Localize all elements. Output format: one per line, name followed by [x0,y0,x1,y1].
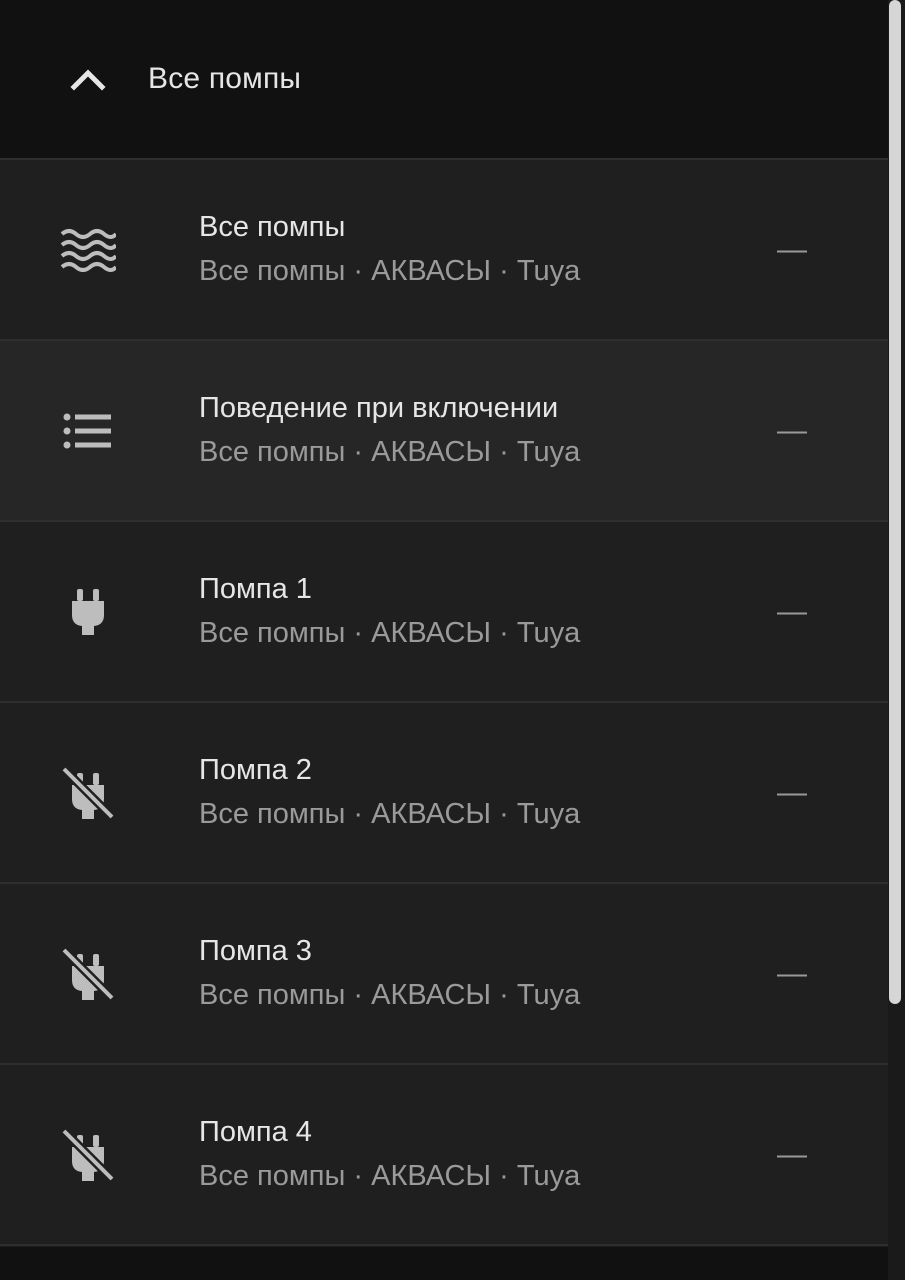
power-plug-off-icon [58,1125,118,1185]
group-title: Все помпы [148,62,302,95]
entity-context: Все помпы · АКВАСЫ · Tuya [199,617,581,649]
entity-name: Помпа 4 [199,1116,312,1148]
entity-name: Помпа 3 [199,935,312,967]
entity-context: Все помпы · АКВАСЫ · Tuya [199,798,581,830]
entity-name: Помпа 2 [199,754,312,786]
entity-row-power-on-behavior[interactable]: Поведение при включении Все помпы · АКВА… [0,341,888,522]
power-plug-off-icon [58,944,118,1004]
entity-row-pump-3[interactable]: Помпа 3 Все помпы · АКВАСЫ · Tuya — [0,884,888,1065]
scrollbar-thumb[interactable] [889,0,901,1004]
entity-state: — [777,594,807,628]
waves-icon [58,220,118,280]
list-footer [0,1247,888,1280]
entity-name: Все помпы [199,211,346,243]
entity-row-pump-1[interactable]: Помпа 1 Все помпы · АКВАСЫ · Tuya — [0,522,888,703]
entity-name: Помпа 1 [199,573,312,605]
entity-context: Все помпы · АКВАСЫ · Tuya [199,979,581,1011]
chevron-up-icon[interactable] [53,44,123,114]
power-plug-off-icon [58,763,118,823]
list-icon [58,401,118,461]
entities-panel: Все помпы Все помпы Все помпы · АКВАСЫ ·… [0,0,888,1280]
entity-row-pump-2[interactable]: Помпа 2 Все помпы · АКВАСЫ · Tuya — [0,703,888,884]
entity-state: — [777,413,807,447]
power-plug-icon [58,582,118,642]
entity-context: Все помпы · АКВАСЫ · Tuya [199,255,581,287]
entity-context: Все помпы · АКВАСЫ · Tuya [199,436,581,468]
entity-state: — [777,232,807,266]
entity-row-pump-4[interactable]: Помпа 4 Все помпы · АКВАСЫ · Tuya — [0,1065,888,1246]
entity-name: Поведение при включении [199,392,559,424]
group-header[interactable]: Все помпы [0,0,888,160]
entity-row-all-pumps[interactable]: Все помпы Все помпы · АКВАСЫ · Tuya — [0,160,888,341]
entity-state: — [777,775,807,809]
entity-state: — [777,956,807,990]
entity-context: Все помпы · АКВАСЫ · Tuya [199,1160,581,1192]
entity-state: — [777,1137,807,1171]
